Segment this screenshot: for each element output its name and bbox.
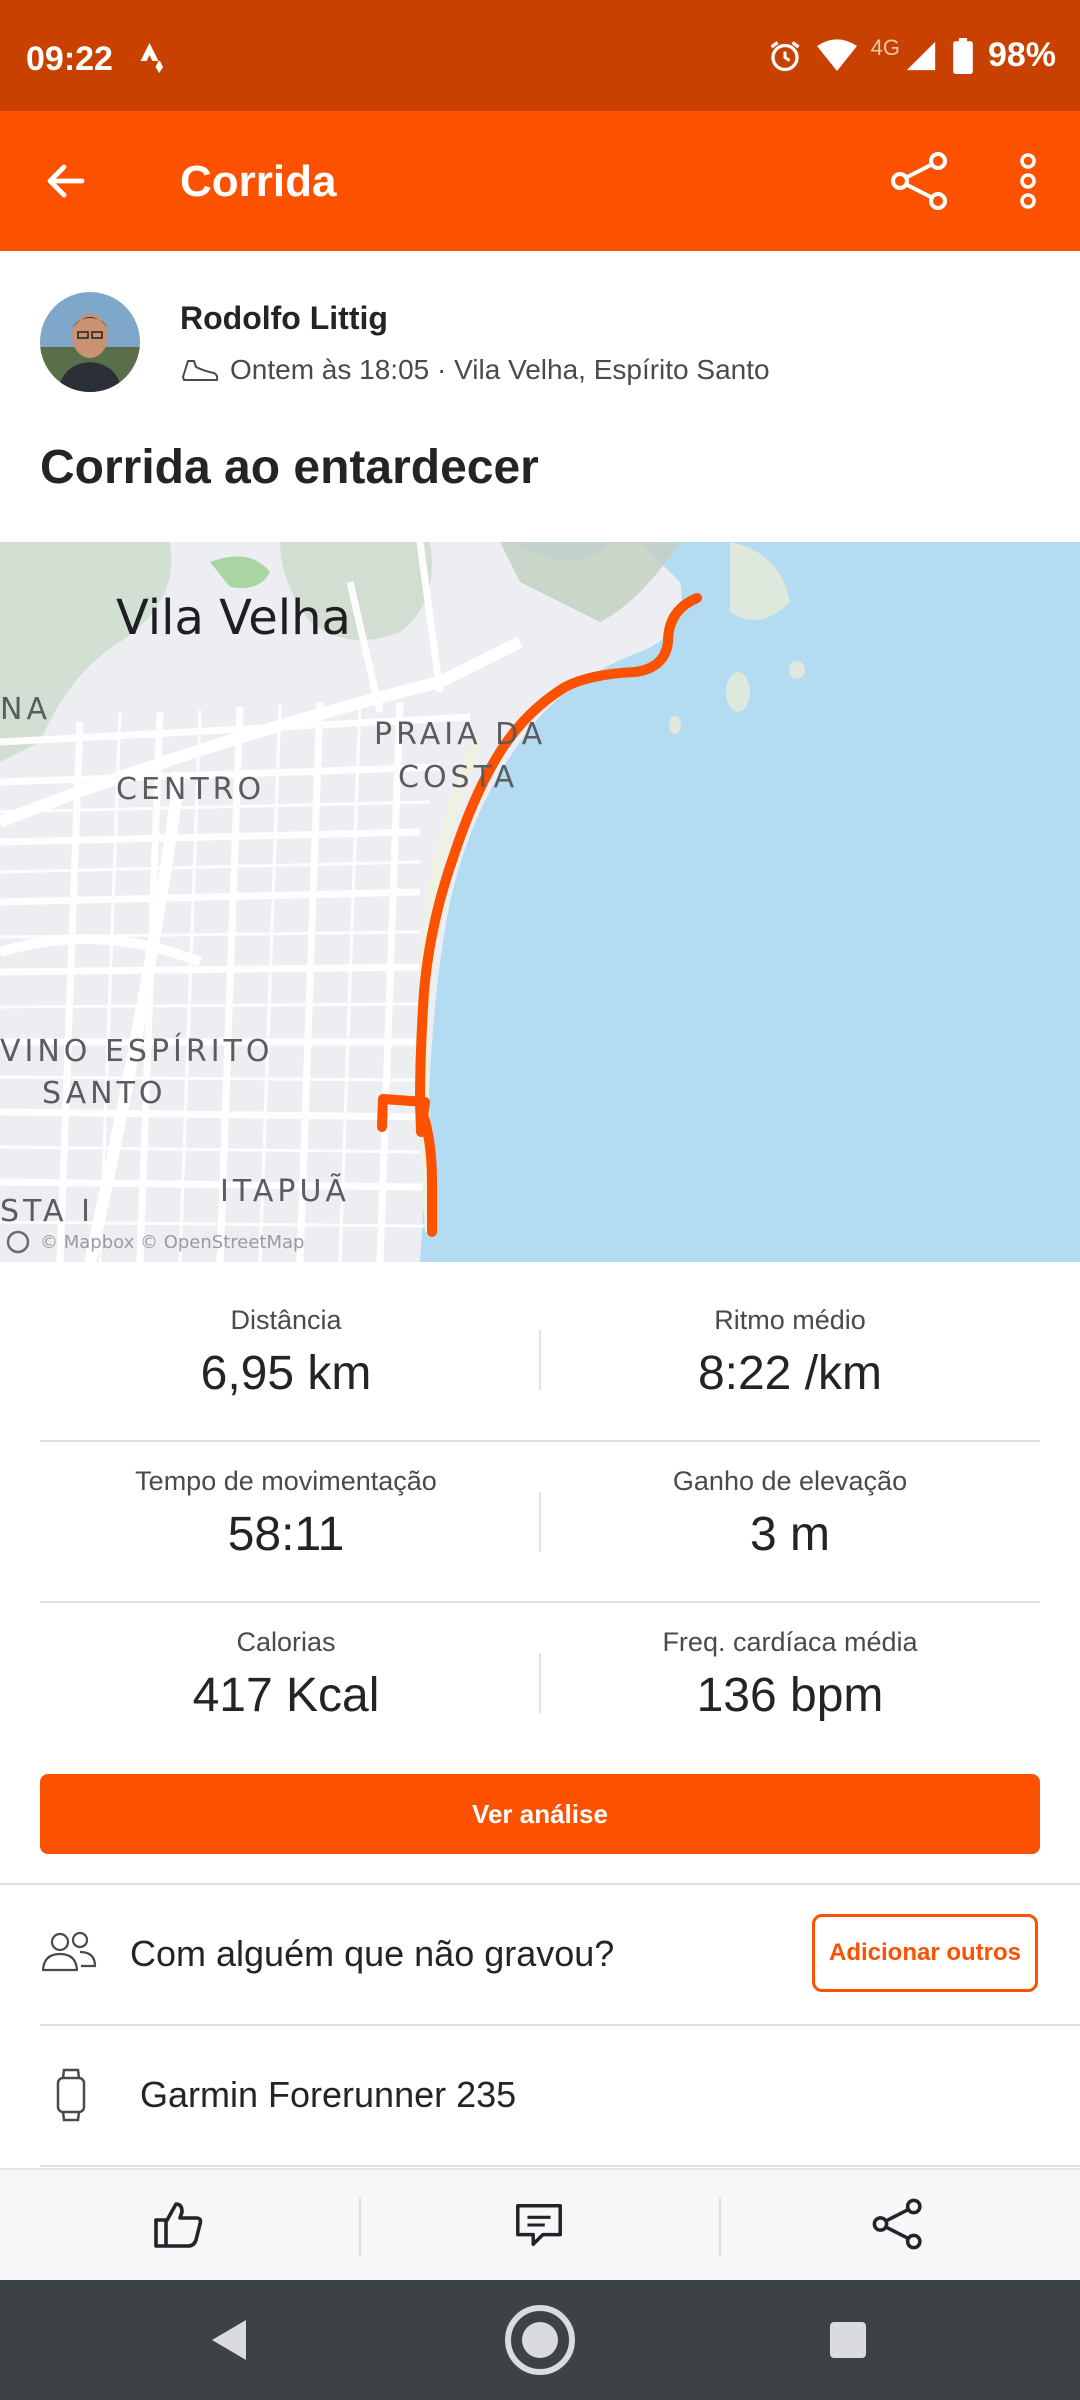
share-activity-button[interactable]: [870, 2196, 926, 2257]
add-others-button[interactable]: Adicionar outros: [812, 1914, 1038, 1992]
stat-value: 6,95 km: [200, 1347, 372, 1400]
route-map[interactable]: Vila Velha NA PRAIA DA COSTA CENTRO VINO…: [0, 542, 1080, 1262]
activity-date-location: Ontem às 18:05 · Vila Velha, Espírito Sa…: [230, 354, 770, 385]
divider: [719, 2198, 721, 2256]
thumbs-up-icon: [154, 2202, 203, 2248]
map-label-city: Vila Velha: [116, 590, 351, 646]
app-bar: Corrida: [0, 111, 1080, 251]
alarm-icon: [770, 40, 800, 71]
system-nav-bar: [0, 2280, 1080, 2400]
map-label-centro: CENTRO: [116, 772, 266, 807]
strava-notification-icon: [136, 40, 172, 81]
map-label-itapua: ITAPUÃ: [220, 1174, 350, 1209]
battery-icon: [953, 37, 973, 74]
home-circle-icon: [505, 2305, 575, 2375]
nav-back-button[interactable]: [206, 2316, 250, 2369]
map-label-edge-2: STA I: [0, 1194, 94, 1229]
square-recents-icon: [830, 2322, 866, 2358]
stat-label: Freq. cardíaca média: [662, 1627, 918, 1657]
activity-meta: Ontem às 18:05 · Vila Velha, Espírito Sa…: [180, 354, 770, 386]
map-label-praia-2: COSTA: [398, 760, 519, 795]
status-bar: 09:22 4G 98%: [0, 0, 1080, 111]
share-button[interactable]: [888, 149, 952, 218]
nav-recents-button[interactable]: [828, 2320, 868, 2365]
map-label-praia-1: PRAIA DA: [374, 717, 547, 752]
stat-label: Ritmo médio: [714, 1305, 866, 1335]
stat-label: Calorias: [236, 1627, 336, 1657]
stat-pace: Ritmo médio 8:22 /km: [520, 1305, 1060, 1401]
divider: [359, 2198, 361, 2256]
divider: [40, 2165, 1080, 2167]
battery-percent: 98%: [987, 36, 1056, 74]
stat-value: 8:22 /km: [697, 1347, 883, 1400]
watch-icon: [54, 2068, 88, 2127]
back-button[interactable]: [42, 157, 90, 210]
divider: [40, 1440, 1040, 1442]
bottom-action-bar: [0, 2168, 1080, 2282]
stat-moving-time: Tempo de movimentação 58:11: [16, 1466, 556, 1562]
comment-button[interactable]: [512, 2198, 566, 2257]
stat-calories: Calorias 417 Kcal: [16, 1627, 556, 1723]
map-attribution[interactable]: © Mapbox © OpenStreetMap: [40, 1232, 304, 1253]
triangle-back-icon: [212, 2320, 246, 2360]
map-label-divino-2: SANTO: [42, 1076, 167, 1111]
athlete-name[interactable]: Rodolfo Littig: [180, 300, 388, 337]
network-type: 4G: [870, 34, 900, 60]
divider: [40, 1601, 1040, 1603]
stat-value: 417 Kcal: [192, 1669, 380, 1722]
comment-icon: [516, 2203, 562, 2247]
more-options-button[interactable]: [1012, 151, 1044, 216]
wifi-icon: [816, 38, 857, 71]
stat-heart-rate: Freq. cardíaca média 136 bpm: [520, 1627, 1060, 1723]
more-vertical-icon: [1020, 153, 1036, 209]
stat-distance: Distância 6,95 km: [16, 1305, 556, 1401]
divider: [40, 2024, 1080, 2026]
view-analysis-button[interactable]: Ver análise: [40, 1774, 1040, 1854]
shoe-icon: [182, 360, 219, 381]
activity-title: Corrida ao entardecer: [40, 441, 539, 494]
map-label-edge-1: NA: [0, 692, 51, 727]
stat-elevation: Ganho de elevação 3 m: [520, 1466, 1060, 1562]
status-time: 09:22: [26, 40, 113, 78]
stat-value: 3 m: [749, 1508, 830, 1561]
signal-icon: [906, 41, 936, 70]
group-icon: [40, 1930, 98, 1979]
divider: [0, 1883, 1080, 1885]
kudos-button[interactable]: [150, 2196, 206, 2257]
with-someone-text: Com alguém que não gravou?: [130, 1933, 615, 1974]
map-label-divino-1: VINO ESPÍRITO: [0, 1034, 274, 1069]
device-name: Garmin Forerunner 235: [140, 2074, 517, 2115]
stat-value: 136 bpm: [696, 1669, 884, 1722]
share-icon: [872, 2198, 922, 2250]
share-icon: [891, 152, 947, 210]
page-title: Corrida: [180, 157, 337, 206]
avatar[interactable]: [40, 292, 140, 392]
stat-label: Tempo de movimentação: [135, 1466, 437, 1496]
arrow-left-icon: [47, 164, 85, 198]
stat-value: 58:11: [227, 1508, 345, 1561]
stat-label: Distância: [230, 1305, 342, 1335]
nav-home-button[interactable]: [502, 2302, 578, 2383]
status-icons: 4G 98%: [767, 34, 1056, 75]
stat-label: Ganho de elevação: [672, 1466, 908, 1496]
